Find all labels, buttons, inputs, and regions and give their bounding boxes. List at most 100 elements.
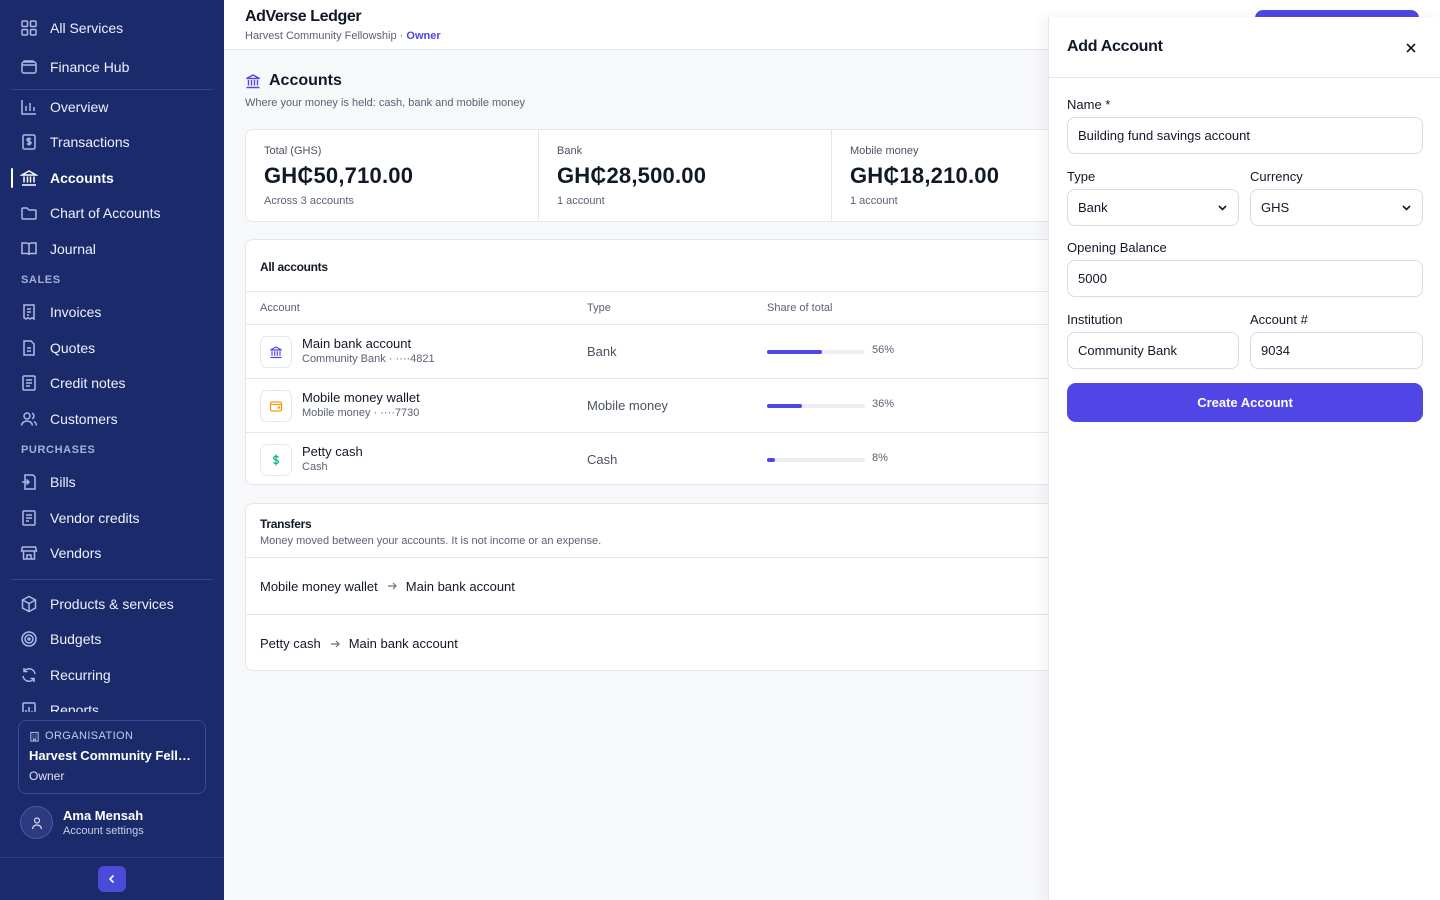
sidebar: All Services Finance Hub Overview Transa… [0,0,224,900]
chevron-left-icon [108,874,115,884]
sidebar-item-label: All Services [50,20,124,36]
user-icon [31,816,42,829]
sidebar-item-vendor-credits[interactable]: Vendor credits [20,504,140,532]
opening-balance-input[interactable]: 5000 [1067,260,1423,297]
share-bar-fill [767,350,822,354]
store-icon [20,546,38,560]
add-account-drawer: Add Account Name * Building fund savings… [1048,17,1440,900]
account-number-input[interactable]: 9034 [1250,332,1423,369]
document-icon [23,340,35,356]
opening-balance-label: Opening Balance [1067,240,1167,255]
transfer-to: Main bank account [348,636,458,651]
account-name: Main bank account [302,336,412,351]
share-percent: 8% [872,452,888,464]
account-number-label: Account # [1250,312,1308,327]
account-icon [260,444,292,476]
sidebar-item-products[interactable]: Products & services [20,590,174,618]
currency-label: Currency [1250,169,1303,184]
account-icon [260,390,292,422]
receipt-icon [23,304,35,321]
sidebar-item-label: Customers [50,411,118,427]
arrow-right-icon [330,640,340,647]
sidebar-item-finance-hub[interactable]: Finance Hub [20,53,129,81]
sidebar-item-label: Chart of Accounts [50,205,161,221]
accounts-table-header: All accounts [246,240,1144,292]
grid-icon [21,20,37,36]
sidebar-item-credit-notes[interactable]: Credit notes [20,369,125,397]
collapse-sidebar-button[interactable] [98,866,126,892]
share-percent: 56% [872,344,895,356]
share-bar-fill [767,458,775,462]
stat-label: Bank [557,145,583,157]
transfer-row[interactable]: Petty cash Main bank account [246,615,1144,670]
sidebar-item-label: Accounts [50,170,114,186]
sidebar-nav: All Services Finance Hub Overview Transa… [0,0,224,712]
stat-value: GH₵28,500.00 [557,163,707,188]
transfers-card: Transfers Money moved between your accou… [245,503,1145,671]
name-input[interactable]: Building fund savings account [1067,117,1423,154]
organisation-role: Owner [29,769,65,783]
institution-input[interactable]: Community Bank [1067,332,1239,369]
avatar [20,806,53,839]
account-settings-link[interactable]: Account settings [63,825,144,837]
user-account[interactable]: Ama Mensah Account settings [20,806,144,839]
close-button[interactable] [1401,38,1421,58]
currency-select-value: GHS [1261,200,1290,215]
type-select[interactable]: Bank [1067,189,1239,226]
sidebar-item-quotes[interactable]: Quotes [20,334,95,362]
sidebar-item-chart-of-accounts[interactable]: Chart of Accounts [20,199,161,227]
sidebar-item-vendors[interactable]: Vendors [20,539,101,567]
table-column-headers: Account Type Share of total [246,292,1144,325]
transfer-row[interactable]: Mobile money wallet Main bank account [246,558,1144,615]
sidebar-item-label: Budgets [50,631,102,647]
transfer-from: Mobile money wallet [260,578,378,594]
sidebar-item-accounts[interactable]: Accounts [20,164,114,192]
sidebar-item-customers[interactable]: Customers [20,405,118,433]
table-row[interactable]: Main bank account Community Bank · ····4… [246,325,1144,379]
sidebar-item-overview[interactable]: Overview [20,93,108,121]
accounts-table-title: All accounts [260,260,328,274]
account-name: Petty cash [302,444,363,459]
dollar-icon [272,454,280,466]
summary-stats: Total (GHS) GH₵50,710.00 Across 3 accoun… [245,129,1145,222]
page-subtitle: Where your money is held: cash, bank and… [245,97,526,109]
create-account-button[interactable]: Create Account [1067,383,1423,422]
sidebar-item-label: Recurring [50,667,111,683]
page-title-text: Accounts [269,72,342,89]
sidebar-item-transactions[interactable]: Transactions [20,128,130,156]
accounts-table: All accounts Account Type Share of total… [245,239,1145,485]
user-name: Ama Mensah [63,808,144,823]
sidebar-item-reports[interactable]: Reports [20,696,99,712]
bank-icon [246,74,260,89]
sidebar-divider [0,857,224,858]
sidebar-item-bills[interactable]: Bills [20,468,76,496]
transfers-title: Transfers [260,517,312,531]
sidebar-item-invoices[interactable]: Invoices [20,298,101,326]
dollar-doc-icon [22,134,36,150]
table-row[interactable]: Petty cash Cash Cash 8% [246,433,1144,484]
sidebar-item-label: Quotes [50,340,96,356]
table-row[interactable]: Mobile money wallet Mobile money · ····7… [246,379,1144,433]
wallet-icon [269,401,283,412]
bill-icon [22,474,36,490]
users-icon [20,412,38,426]
account-type: Cash [587,452,618,467]
sidebar-item-recurring[interactable]: Recurring [20,661,111,689]
target-icon [21,631,37,647]
credit-doc-icon [22,510,36,526]
currency-select[interactable]: GHS [1250,189,1423,226]
sidebar-item-budgets[interactable]: Budgets [20,625,101,653]
folder-icon [21,207,37,220]
sidebar-item-all-services[interactable]: All Services [20,14,123,42]
sidebar-divider [11,579,213,580]
sidebar-item-label: Credit notes [50,375,126,391]
organisation-label: ORGANISATION [29,730,195,742]
bank-icon [20,170,38,186]
column-header-account: Account [260,302,300,314]
sidebar-item-label: Transactions [50,134,130,150]
sidebar-item-journal[interactable]: Journal [20,235,96,263]
organisation-card[interactable]: ORGANISATION Harvest Community Fello... … [18,720,206,794]
chevron-down-icon [1402,205,1411,211]
stat-bank: Bank GH₵28,500.00 1 account [539,130,832,221]
box-icon [21,595,37,613]
